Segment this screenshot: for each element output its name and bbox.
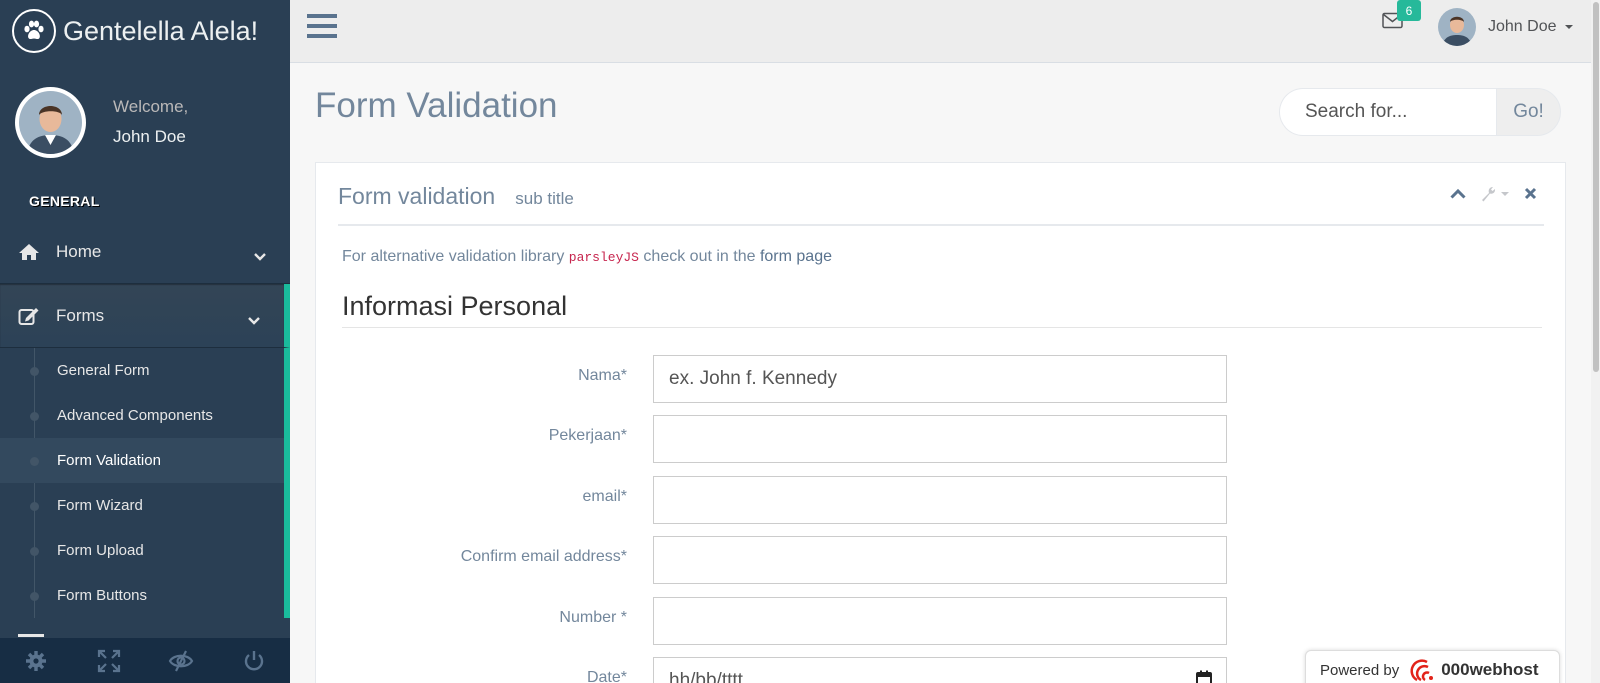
form-page-link[interactable]: form page [760,248,832,265]
email-input[interactable] [653,476,1227,524]
mail-count-badge: 6 [1397,0,1421,21]
powered-text: Powered by [1320,661,1400,679]
field-label: Date* [586,669,627,683]
power-icon[interactable] [218,638,291,683]
form-row-nama: Nama* [316,355,1567,403]
sidebar-footer [0,638,290,683]
submenu-item-form-wizard[interactable]: Form Wizard [0,483,284,528]
intro-middle: check out in the [638,248,760,265]
user-menu[interactable]: John Doe [1438,8,1573,46]
confirm-email-input[interactable] [653,536,1227,584]
panel-toolbox [1436,185,1537,202]
profile-avatar [15,86,86,158]
pekerjaan-input[interactable] [653,415,1227,463]
search-input[interactable] [1279,88,1496,136]
user-name: John Doe [1488,18,1557,35]
form-row-email: email* [316,476,1567,524]
sidebar-item-label: Forms [56,305,105,325]
hamburger-menu-icon[interactable] [307,13,337,44]
intro-prefix: For alternative validation library [342,248,569,265]
form-row-confirm-email: Confirm email address* [316,536,1567,584]
submenu-item-advanced-components[interactable]: Advanced Components [0,393,284,438]
next-menu-peek [18,634,44,637]
scrollbar-thumb[interactable] [1593,2,1599,372]
caret-down-icon [1564,25,1573,29]
chevron-down-icon [248,310,260,330]
search-group: Go! [1279,88,1561,136]
number-input[interactable] [653,597,1227,645]
submenu-item-general-form[interactable]: General Form [0,348,284,393]
brand-title: Gentelella Alela! [63,15,259,46]
field-label: Confirm email address* [460,548,627,565]
avatar [1438,8,1476,46]
sidebar-item-forms[interactable]: Forms [0,284,290,348]
field-label: Number * [559,609,627,626]
forms-submenu: General Form Advanced Components Form Va… [0,348,290,618]
profile: Welcome, John Doe [0,62,290,182]
chevron-down-icon [254,246,266,266]
nama-input[interactable] [653,355,1227,403]
section-legend: Informasi Personal [342,291,1542,328]
form-panel: Form validation sub title For alternativ… [315,162,1566,683]
form-row-pekerjaan: Pekerjaan* [316,415,1567,463]
sidebar-item-home[interactable]: Home [0,220,290,284]
sidebar-item-label: Home [56,241,102,261]
fullscreen-icon[interactable] [73,638,146,683]
form-row-number: Number * [316,597,1567,645]
submenu-item-form-upload[interactable]: Form Upload [0,528,284,573]
date-input[interactable]: hh/bb/tttt [653,657,1227,683]
field-label: email* [582,488,627,505]
eye-slash-icon[interactable] [145,638,218,683]
sidebar: Gentelella Alela! Welcome, John Doe GENE… [0,0,290,683]
submenu-item-form-buttons[interactable]: Form Buttons [0,573,284,618]
home-icon [17,241,41,263]
close-icon[interactable] [1524,187,1537,200]
powered-brand: 000webhost [1441,660,1539,679]
calendar-icon[interactable] [1196,670,1212,683]
field-label: Pekerjaan* [548,427,627,444]
panel-subtitle: sub title [515,189,574,208]
panel-title: Form validation [338,183,496,209]
date-value: hh/bb/tttt [669,670,743,683]
panel-divider [338,224,1544,226]
paw-icon [12,9,56,53]
submenu-item-form-validation[interactable]: Form Validation [0,438,284,483]
section-title: GENERAL [29,193,100,209]
wrench-icon[interactable] [1480,185,1510,202]
edit-icon [17,305,41,327]
welcome-text: Welcome, [113,97,189,116]
top-navigation: 6 John Doe [290,0,1600,63]
parsley-code: parsleyJS [568,250,639,265]
profile-name: John Doe [113,127,186,146]
chevron-up-icon[interactable] [1450,188,1466,199]
webhost-logo-icon [1407,658,1437,682]
gear-icon[interactable] [0,638,73,683]
intro-text: For alternative validation library parsl… [342,248,832,266]
brand[interactable]: Gentelella Alela! [0,0,290,62]
powered-by-badge[interactable]: Powered by 000webhost [1305,650,1560,683]
field-label: Nama* [578,367,627,384]
page-title: Form Validation [315,86,558,125]
search-go-button[interactable]: Go! [1496,88,1561,136]
